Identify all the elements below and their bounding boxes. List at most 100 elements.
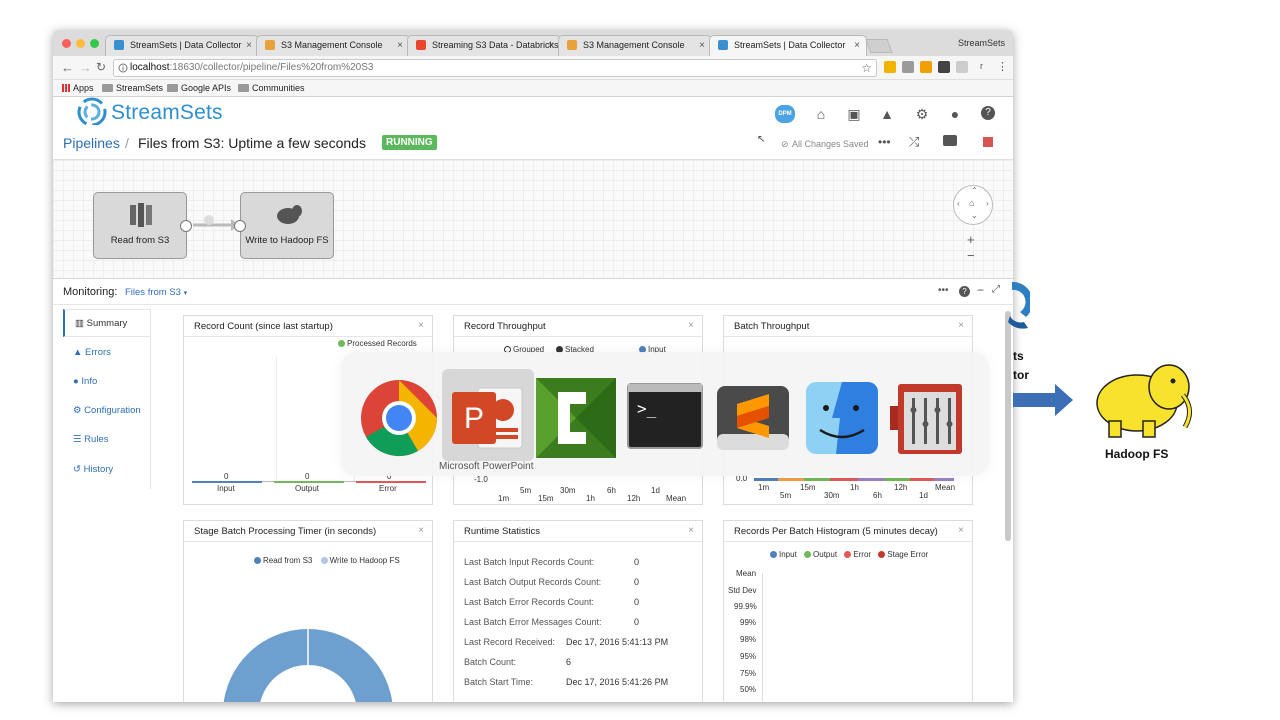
bookmark-star-icon[interactable]: ☆ [861, 61, 872, 75]
pan-home-icon[interactable]: ⌂ [969, 198, 974, 208]
nav-history[interactable]: ↺ History [63, 456, 151, 484]
url-input[interactable]: localhost:18630/collector/pipeline/Files… [113, 59, 877, 77]
help-icon[interactable]: ? [959, 286, 970, 297]
terminal-icon[interactable]: >_ [625, 378, 705, 458]
save-status: All Changes Saved [792, 139, 869, 149]
url-path: :18630/collector/pipeline/Files%20from%2… [169, 62, 374, 73]
extension-5-icon[interactable] [956, 61, 968, 73]
keychain-access-icon[interactable] [890, 378, 970, 458]
tab-streamsets-active[interactable]: StreamSets | Data Collector × [709, 35, 867, 56]
tab-close-icon[interactable]: × [397, 36, 403, 55]
close-panel-icon[interactable]: × [688, 525, 694, 536]
pipeline-canvas[interactable]: Read from S3 Write to Hadoop FS ⌃ ‹ ⌂ › [53, 159, 1013, 279]
donut-slice-write [308, 629, 393, 702]
x-tick-label: 6h [607, 486, 616, 495]
chrome-icon[interactable] [359, 378, 439, 458]
snapshot-camera-icon[interactable] [943, 135, 957, 146]
streamsets-logo-icon [77, 97, 107, 125]
close-panel-icon[interactable]: × [958, 525, 964, 536]
help-icon[interactable]: ? [981, 106, 995, 120]
extension-6-icon[interactable]: r [980, 61, 983, 71]
nav-summary[interactable]: ▥ Summary [63, 309, 151, 337]
breadcrumb-separator: / [125, 135, 129, 151]
legend-label: Read from S3 [263, 556, 313, 565]
finder-icon[interactable] [802, 378, 882, 458]
camtasia-icon[interactable] [536, 378, 616, 458]
tab-s3-console-1[interactable]: S3 Management Console × [256, 35, 410, 56]
home-icon[interactable]: ⌂ [813, 106, 829, 122]
pan-up-icon[interactable]: ⌃ [971, 186, 978, 195]
zoom-out-button[interactable]: − [967, 248, 975, 263]
minimize-window-button[interactable] [76, 39, 85, 48]
pan-left-icon[interactable]: ‹ [957, 199, 960, 208]
maximize-window-button[interactable] [90, 39, 99, 48]
user-icon[interactable]: ● [947, 106, 963, 122]
stage-write-to-hadoop-fs[interactable]: Write to Hadoop FS [234, 192, 334, 259]
forward-arrow-icon[interactable]: → [79, 60, 92, 75]
bell-icon[interactable]: ▲ [879, 106, 895, 122]
nav-info[interactable]: ● Info [63, 368, 151, 396]
sublime-text-icon[interactable] [713, 378, 793, 458]
dpm-icon[interactable]: DPM [775, 105, 795, 123]
close-panel-icon[interactable]: × [418, 320, 424, 331]
stat-value: Dec 17, 2016 5:41:26 PM [566, 677, 669, 687]
more-options-icon[interactable]: ••• [878, 135, 891, 149]
gears-icon[interactable]: ⚙ [914, 106, 930, 122]
profile-name[interactable]: StreamSets [958, 38, 1005, 48]
tick-label: Error [379, 484, 397, 493]
zoom-in-button[interactable]: + [967, 232, 975, 247]
stat-value: 0 [634, 577, 640, 587]
bookmark-streamsets[interactable]: StreamSets [102, 83, 163, 93]
close-panel-icon[interactable]: × [688, 320, 694, 331]
folder-icon [238, 84, 249, 92]
monitoring-pipeline-select[interactable]: Files from S3 ▾ [125, 287, 187, 298]
s3-favicon-icon [567, 40, 577, 50]
nav-errors[interactable]: ▲ Errors [63, 339, 151, 367]
bookmark-google-apis[interactable]: Google APIs [167, 83, 231, 93]
s3-favicon-icon [265, 40, 275, 50]
x-tick-label: 5m [520, 486, 532, 495]
stop-button[interactable] [983, 137, 993, 147]
breadcrumb-pipelines-link[interactable]: Pipelines [63, 135, 120, 151]
output-port[interactable] [180, 220, 192, 232]
more-options-icon[interactable]: ••• [938, 285, 949, 296]
tab-close-icon[interactable]: × [246, 36, 252, 55]
chart-legend: Read from S3 Write to Hadoop FS [254, 556, 400, 565]
input-port[interactable] [234, 220, 246, 232]
gift-icon[interactable]: ▣ [846, 106, 862, 122]
stat-label: Last Batch Input Records Count: [464, 557, 595, 567]
tab-streamsets-1[interactable]: StreamSets | Data Collector × [105, 35, 259, 56]
powerpoint-icon[interactable]: P [448, 378, 528, 458]
tab-s3-console-2[interactable]: S3 Management Console × [558, 35, 712, 56]
tab-close-icon[interactable]: × [699, 36, 705, 55]
new-tab-button[interactable] [865, 39, 893, 53]
nav-configuration[interactable]: ⚙ Configuration [63, 397, 151, 425]
reload-icon[interactable]: ↻ [96, 60, 106, 74]
nav-rules[interactable]: ☰ Rules [63, 426, 151, 454]
x-tick-label: 1d [919, 491, 928, 500]
close-panel-icon[interactable]: × [418, 525, 424, 536]
browser-menu-icon[interactable]: ⋮ [997, 60, 1008, 73]
bookmark-apps[interactable]: Apps [62, 83, 94, 93]
minimize-panel-icon[interactable]: − [977, 283, 984, 297]
extension-1-icon[interactable] [884, 61, 896, 73]
stage-read-from-s3[interactable]: Read from S3 [93, 192, 192, 259]
pan-down-icon[interactable]: ⌄ [971, 211, 978, 220]
tab-databricks[interactable]: Streaming S3 Data - Databricks × [407, 35, 561, 56]
close-window-button[interactable] [62, 39, 71, 48]
back-arrow-icon[interactable]: ← [61, 60, 74, 75]
shuffle-icon[interactable]: ⤮ [909, 134, 919, 150]
extension-2-icon[interactable] [902, 61, 914, 73]
tab-close-icon[interactable]: × [854, 36, 860, 55]
extension-3-icon[interactable] [920, 61, 932, 73]
bookmark-communities[interactable]: Communities [238, 83, 305, 93]
monitoring-scrollbar[interactable] [1005, 311, 1011, 541]
expand-panel-icon[interactable]: ⤢ [992, 284, 1000, 295]
nav-label: Errors [85, 347, 111, 358]
tab-close-icon[interactable]: × [548, 36, 554, 55]
pan-right-icon[interactable]: › [986, 199, 989, 208]
canvas-pan-control[interactable]: ⌃ ‹ ⌂ › ⌄ [953, 185, 993, 225]
stat-label: Last Batch Output Records Count: [464, 577, 602, 587]
extension-4-icon[interactable] [938, 61, 950, 73]
close-panel-icon[interactable]: × [958, 320, 964, 331]
